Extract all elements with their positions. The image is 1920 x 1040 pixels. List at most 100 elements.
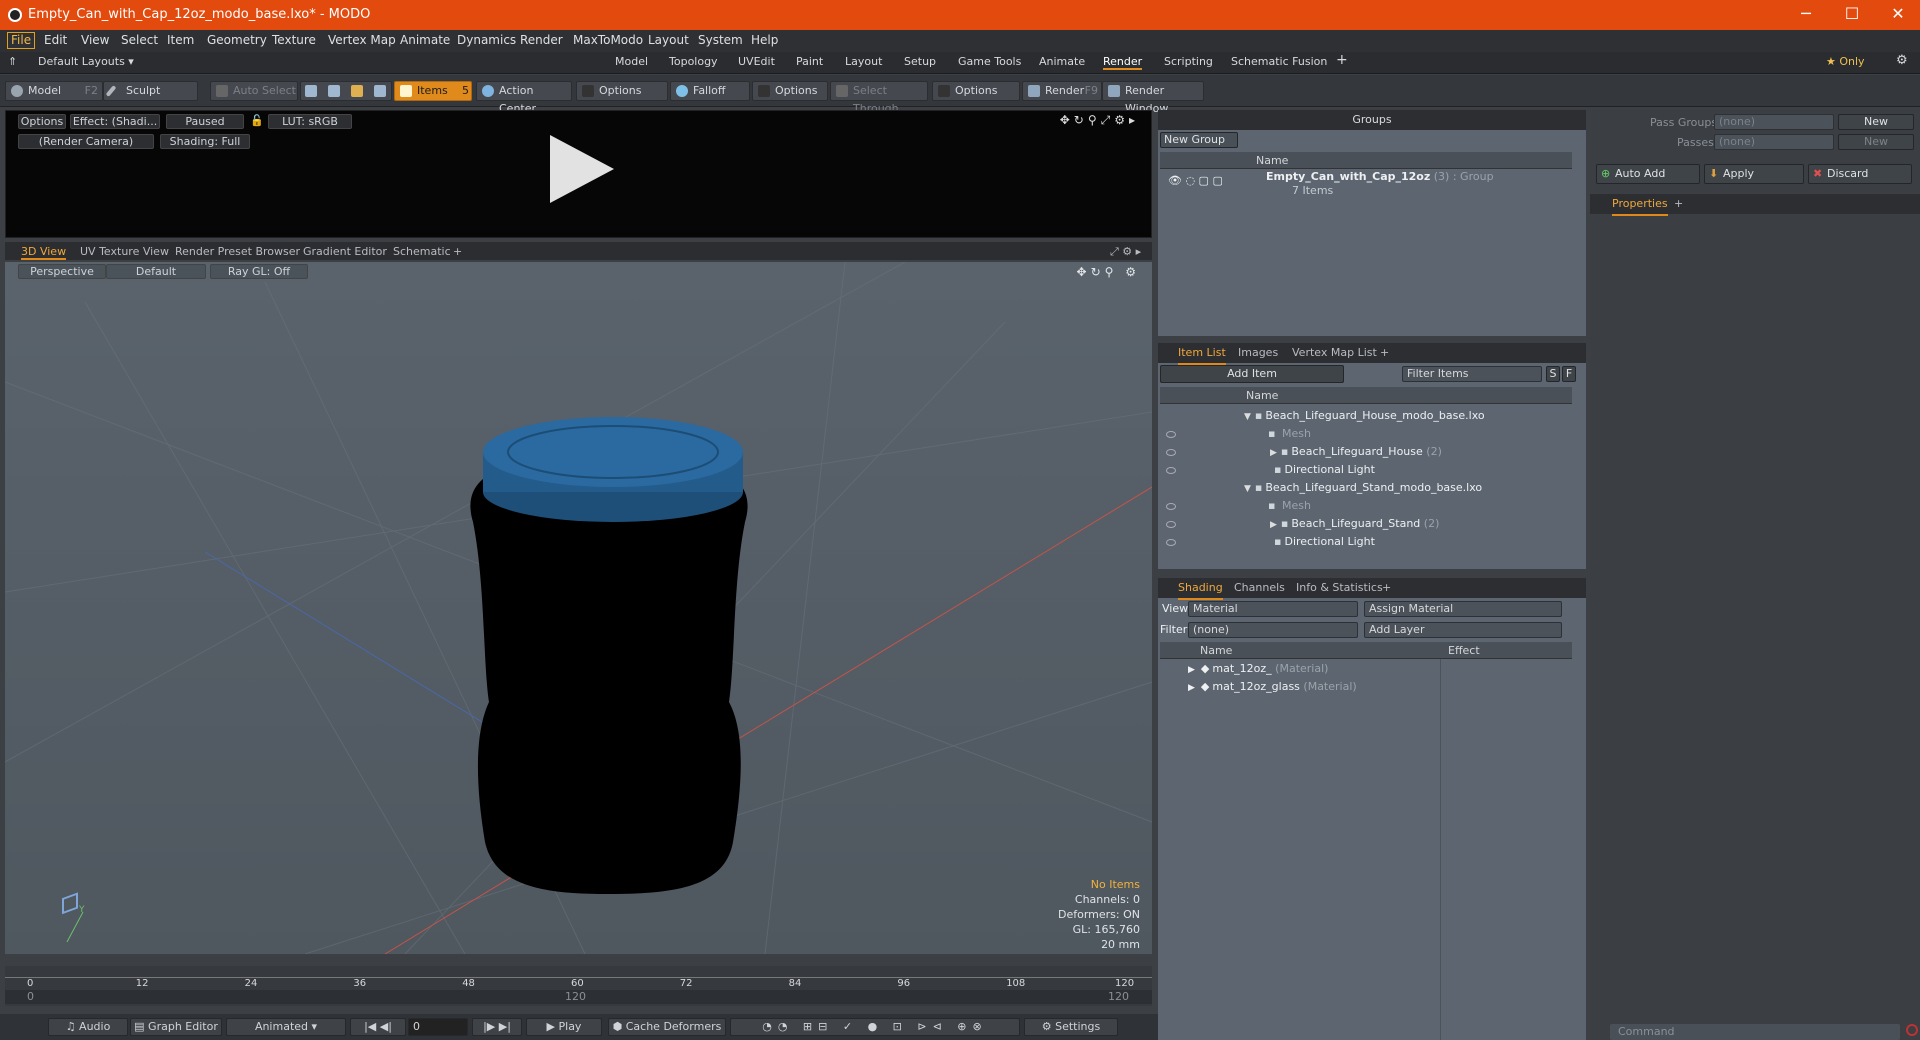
item-list-row[interactable]: ▶ ▪ Beach_Lifeguard_House (2) [1270, 445, 1442, 458]
layout-tab-animate[interactable]: Animate [1039, 55, 1085, 68]
add-layout-tab-button[interactable]: + [1336, 52, 1348, 68]
layout-tab-topology[interactable]: Topology [669, 55, 718, 68]
layout-tab-layout[interactable]: Layout [845, 55, 882, 68]
discard-button[interactable]: ✖ Discard [1808, 164, 1912, 184]
filter-dropdown[interactable]: (none) [1188, 622, 1358, 638]
layout-tab-schematic-fusion[interactable]: Schematic Fusion [1231, 55, 1327, 68]
menu-vertex-map[interactable]: Vertex Map [328, 33, 396, 47]
add-item-dropdown[interactable]: Add Item [1160, 365, 1344, 383]
menu-texture[interactable]: Texture [272, 33, 316, 47]
menu-edit[interactable]: Edit [44, 33, 67, 47]
sculpt-mode-button[interactable]: Sculpt [103, 81, 198, 101]
tab-properties[interactable]: Properties [1612, 194, 1668, 216]
render-camera-dropdown[interactable]: (Render Camera) [18, 134, 154, 149]
item-list-row[interactable]: ▪ Directional Light [1270, 535, 1375, 548]
items-mode-button[interactable]: Items 5 [394, 81, 472, 101]
menu-select[interactable]: Select [121, 33, 158, 47]
timeline[interactable]: 0 12 24 36 48 60 72 84 96 108 120 0 120 120 [5, 966, 1152, 1006]
tab-vertex-map-list[interactable]: Vertex Map List [1292, 343, 1377, 363]
raygl-dropdown[interactable]: Ray GL: Off [210, 264, 308, 279]
apply-button[interactable]: ⬇ Apply [1704, 164, 1804, 184]
shader-tree-row[interactable]: ▶ ◆ mat_12oz_ (Material) [1188, 662, 1328, 675]
command-input[interactable]: Command [1610, 1024, 1900, 1040]
edges-mode-icon[interactable] [328, 85, 340, 97]
assign-material-button[interactable]: Assign Material [1364, 601, 1562, 617]
default-layouts-dropdown[interactable]: Default Layouts ▾ [38, 55, 134, 68]
lock-icon[interactable]: 🔓 [250, 114, 264, 129]
layout-tab-scripting[interactable]: Scripting [1164, 55, 1213, 68]
effect-dropdown[interactable]: Effect: (Shadi... [70, 114, 160, 129]
close-button[interactable]: ✕ [1878, 4, 1918, 23]
menu-help[interactable]: Help [751, 33, 778, 47]
menu-view[interactable]: View [81, 33, 109, 47]
menu-render[interactable]: Render [520, 33, 563, 47]
jar-body[interactable] [470, 470, 748, 894]
item-list-row[interactable]: ▪ Directional Light [1270, 463, 1375, 476]
menu-dynamics[interactable]: Dynamics [457, 33, 516, 47]
shader-tree-row[interactable]: ▶ ◆ mat_12oz_glass (Material) [1188, 680, 1357, 693]
expand-icon[interactable]: ⤢ ⚙ ▸ [1110, 245, 1141, 259]
filter-f-button[interactable]: F [1562, 366, 1576, 382]
animated-dropdown[interactable]: Animated ▾ [226, 1018, 346, 1036]
visibility-eye-icon[interactable] [1166, 503, 1176, 510]
play-icon[interactable] [550, 135, 614, 203]
layout-tab-render[interactable]: Render [1103, 55, 1143, 70]
tab-gradient-editor[interactable]: Gradient Editor [303, 245, 387, 258]
filter-s-button[interactable]: S [1546, 366, 1560, 382]
menu-layout[interactable]: Layout [648, 33, 689, 47]
group-visibility-icons[interactable]: 👁 ◌ ▢ ▢ [1168, 174, 1223, 187]
gear-icon[interactable]: ⚙ [1896, 53, 1908, 68]
action-center-button[interactable]: Action Center [476, 81, 572, 115]
pass-groups-dropdown[interactable]: (none) [1714, 114, 1834, 130]
tab-3d-view[interactable]: 3D View [21, 245, 67, 260]
visibility-eye-icon[interactable] [1166, 467, 1176, 474]
visibility-eye-icon[interactable] [1166, 539, 1176, 546]
settings-button[interactable]: ⚙ Settings [1024, 1018, 1118, 1036]
jar-cap-top[interactable] [483, 417, 743, 487]
menu-system[interactable]: System [698, 33, 743, 47]
view-dropdown[interactable]: Material [1188, 601, 1358, 617]
style-dropdown[interactable]: Default [106, 264, 206, 279]
tab-info-statistics[interactable]: Info & Statistics [1296, 578, 1383, 598]
tab-render-preset-browser[interactable]: Render Preset Browser [175, 245, 300, 258]
tab-shading[interactable]: Shading [1178, 578, 1223, 600]
add-shading-tab-button[interactable]: + [1382, 578, 1391, 598]
visibility-eye-icon[interactable] [1166, 431, 1176, 438]
auto-add-button[interactable]: ⊕ Auto Add [1596, 164, 1700, 184]
new-pass-group-button[interactable]: New [1838, 114, 1914, 130]
jump-end-buttons[interactable]: |▶ ▶| [472, 1018, 522, 1036]
add-properties-tab-button[interactable]: + [1674, 194, 1683, 214]
projection-dropdown[interactable]: Perspective [18, 264, 106, 279]
shading-dropdown[interactable]: Shading: Full [160, 134, 250, 149]
render-button[interactable]: Render F9 [1022, 81, 1102, 101]
auto-select-button[interactable]: Auto Select [210, 81, 298, 101]
tab-images[interactable]: Images [1238, 343, 1278, 363]
passes-dropdown[interactable]: (none) [1714, 134, 1834, 150]
item-list-row[interactable]: ▪ Mesh [1264, 427, 1311, 440]
lut-dropdown[interactable]: LUT: sRGB [268, 114, 352, 129]
tab-uv-texture-view[interactable]: UV Texture View [80, 245, 169, 258]
add-layer-dropdown[interactable]: Add Layer [1364, 622, 1562, 638]
jump-start-buttons[interactable]: |◀ ◀| [350, 1018, 406, 1036]
layout-tab-game-tools[interactable]: Game Tools [958, 55, 1021, 68]
menu-item[interactable]: Item [167, 33, 194, 47]
preview-nav-icons[interactable]: ✥↻⚲⤢⚙▸ [1060, 113, 1139, 128]
tab-channels[interactable]: Channels [1234, 578, 1285, 598]
viewport-nav-icons[interactable]: ✥↻⚲ ⚙ [1077, 265, 1140, 279]
timeline-range[interactable]: 0 120 120 [5, 990, 1152, 1004]
layout-tab-model[interactable]: Model [615, 55, 648, 68]
falloff-options-button[interactable]: Options [752, 81, 828, 101]
layout-tab-uvedit[interactable]: UVEdit [738, 55, 775, 68]
play-button[interactable]: ▶ Play [526, 1018, 602, 1036]
collapse-icon[interactable]: ⇑ [8, 55, 17, 68]
falloff-button[interactable]: Falloff [670, 81, 750, 101]
add-view-tab-button[interactable]: + [453, 245, 462, 258]
visibility-eye-icon[interactable] [1166, 449, 1176, 456]
cache-deformers-button[interactable]: ⬢ Cache Deformers [608, 1018, 726, 1036]
menu-animate[interactable]: Animate [400, 33, 450, 47]
select-through-button[interactable]: Select Through [830, 81, 928, 115]
preview-options-button[interactable]: Options [18, 114, 66, 129]
3d-viewport[interactable]: Y Perspective Default Ray GL: Off ✥↻⚲ ⚙ … [5, 262, 1152, 954]
group-item-row[interactable]: Empty_Can_with_Cap_12oz (3) : Group [1266, 170, 1494, 183]
graph-editor-button[interactable]: ▤ Graph Editor [130, 1018, 222, 1036]
